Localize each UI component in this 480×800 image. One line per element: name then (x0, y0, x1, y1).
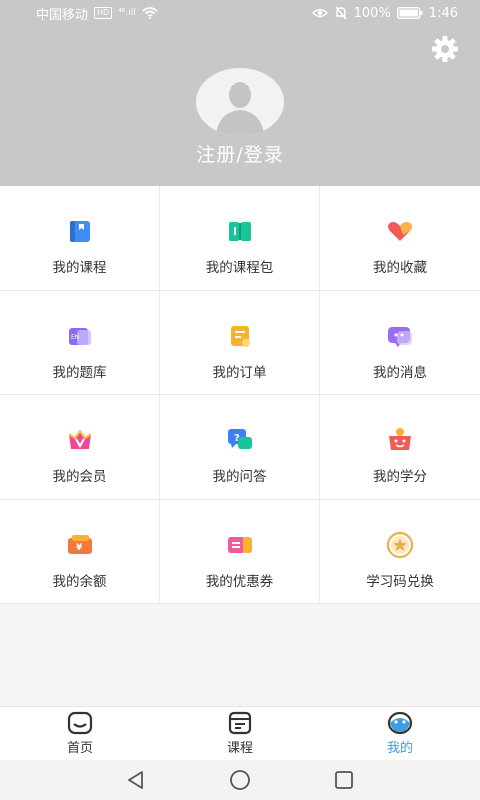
default-avatar-icon (196, 68, 284, 136)
menu-item-courses[interactable]: 我的课程 (0, 186, 160, 291)
gear-icon[interactable] (430, 34, 460, 64)
question-bank-icon: EN (68, 327, 91, 345)
menu-item-label: 我的消息 (373, 364, 427, 381)
menu-item-coupons[interactable]: 我的优惠券 (160, 499, 320, 604)
home-circle-icon[interactable] (228, 768, 252, 792)
svg-text:EN: EN (71, 334, 79, 341)
menu-item-label: 我的问答 (212, 469, 267, 485)
battery-icon (396, 7, 423, 19)
menu-grid: 我的课程 我的课程包 我的收藏 EN 我的题库 我的订单 我的消息 我的会员 ?… (0, 186, 480, 604)
menu-item-credits[interactable]: 我的学分 (320, 395, 480, 500)
hd-badge: HD (94, 7, 113, 19)
wallet-icon: ¥ (67, 534, 92, 554)
open-book-icon (228, 222, 251, 241)
mute-bell-icon (335, 6, 347, 20)
status-right: 100% 1:46 (311, 5, 458, 21)
menu-item-course-packages[interactable]: 我的课程包 (160, 186, 320, 291)
menu-item-label: 我的会员 (52, 469, 107, 485)
bottom-nav: 首页 课程 我的 (0, 706, 480, 760)
menu-item-label: 我的收藏 (373, 260, 427, 276)
carrier-text: 中国移动 (36, 7, 89, 23)
register-login-link[interactable]: 注册/登录 (0, 140, 480, 167)
credit-basket-icon (389, 428, 411, 450)
menu-item-qa[interactable]: ? 我的问答 (160, 395, 320, 500)
battery-percent: 100% (353, 5, 391, 21)
svg-text:?: ? (234, 433, 240, 444)
menu-item-label: 学习码兑换 (366, 573, 434, 590)
menu-item-label: 我的题库 (52, 364, 107, 381)
menu-item-balance[interactable]: ¥ 我的余额 (0, 499, 160, 604)
tab-label: 课程 (226, 741, 253, 756)
status-left: 中国移动 HD ⁴⁶.ıll (36, 4, 158, 23)
signal-icon: ⁴⁶.ıll (118, 8, 136, 18)
menu-item-label: 我的课程包 (205, 260, 274, 276)
menu-item-favorites[interactable]: 我的收藏 (320, 186, 480, 291)
home-icon (67, 711, 93, 735)
menu-item-messages[interactable]: 我的消息 (320, 290, 480, 395)
menu-item-label: 我的课程 (52, 260, 107, 276)
tab-home[interactable]: 首页 (0, 707, 160, 760)
recents-square-icon[interactable] (332, 768, 356, 792)
vip-crown-icon (67, 429, 92, 449)
coupon-icon (227, 536, 252, 553)
order-icon (230, 325, 250, 347)
menu-item-label: 我的优惠券 (205, 573, 274, 590)
profile-header: 注册/登录 (0, 26, 480, 186)
menu-item-question-bank[interactable]: EN 我的题库 (0, 290, 160, 395)
menu-item-membership[interactable]: 我的会员 (0, 395, 160, 500)
clock-time: 1:46 (428, 5, 458, 21)
back-triangle-icon[interactable] (124, 768, 148, 792)
menu-item-orders[interactable]: 我的订单 (160, 290, 320, 395)
tab-label: 首页 (66, 741, 93, 756)
course-list-icon (228, 711, 252, 735)
status-bar: 中国移动 HD ⁴⁶.ıll 100% 1:46 (0, 0, 480, 26)
heart-icon (388, 222, 412, 241)
avatar[interactable] (196, 68, 284, 136)
menu-item-redeem-code[interactable]: 学习码兑换 (320, 499, 480, 604)
menu-item-label: 我的学分 (373, 469, 427, 485)
wifi-icon (142, 7, 158, 19)
book-icon (69, 221, 90, 242)
message-icon (388, 326, 412, 347)
eye-icon (311, 8, 328, 18)
tab-label: 我的 (386, 741, 413, 756)
menu-item-label: 我的订单 (212, 364, 267, 381)
mine-face-icon (387, 711, 413, 735)
svg-text:¥: ¥ (76, 543, 83, 553)
star-medal-icon (386, 531, 414, 558)
menu-item-label: 我的余额 (52, 573, 107, 590)
tab-courses[interactable]: 课程 (160, 707, 320, 760)
system-nav-bar (0, 760, 480, 800)
tab-mine[interactable]: 我的 (320, 707, 480, 760)
qa-bubble-icon: ? (227, 429, 252, 449)
